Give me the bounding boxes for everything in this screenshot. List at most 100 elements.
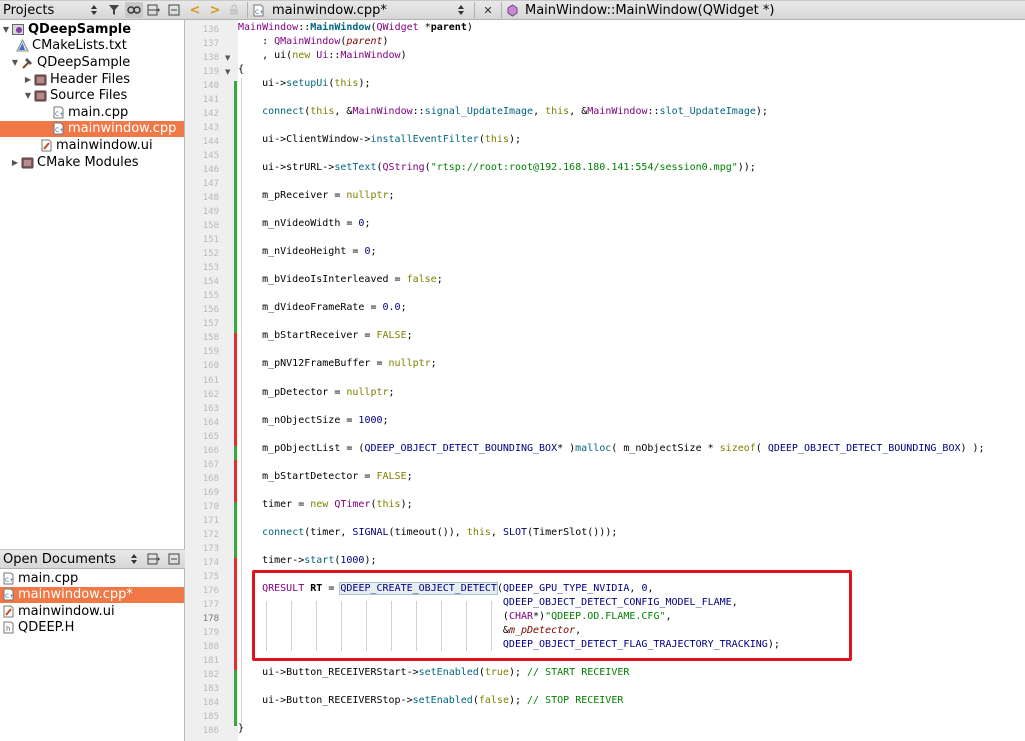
line-number: 173 bbox=[202, 543, 219, 554]
line-number: 181 bbox=[202, 655, 219, 666]
divider bbox=[247, 2, 248, 18]
line-number: 178 bbox=[202, 613, 219, 624]
line-number: 170 bbox=[202, 501, 219, 512]
tree-item-label: CMake Modules bbox=[37, 154, 139, 170]
divider bbox=[501, 2, 502, 18]
svg-text:C+: C+ bbox=[55, 127, 64, 134]
svg-text:h: h bbox=[6, 625, 10, 633]
line-number: 184 bbox=[202, 697, 219, 708]
expand-arrow-icon[interactable]: ▶ bbox=[22, 75, 34, 84]
code-line[interactable]: timer = new QTimer(this); bbox=[238, 499, 413, 511]
open-document-mainwindow-cpp[interactable]: C+ mainwindow.cpp* bbox=[0, 586, 184, 603]
header-file-icon: h bbox=[2, 621, 15, 634]
cpp-file-icon: C+ bbox=[2, 572, 15, 585]
expand-arrow-icon[interactable]: ▶ bbox=[9, 158, 21, 167]
fold-marker-icon[interactable]: ▼ bbox=[225, 54, 230, 62]
code-line[interactable]: : QMainWindow(parent) bbox=[238, 36, 388, 48]
dropdown-arrows-icon[interactable] bbox=[452, 2, 470, 18]
code-line[interactable]: ui->Button_RECEIVERStart->setEnabled(tru… bbox=[238, 667, 629, 679]
tree-item-mainwindow-cpp[interactable]: C+ mainwindow.cpp bbox=[0, 120, 184, 138]
line-number: 162 bbox=[202, 389, 219, 400]
code-line[interactable]: m_pReceiver = nullptr; bbox=[238, 190, 394, 202]
ui-form-file-icon bbox=[40, 139, 53, 152]
line-number: 155 bbox=[202, 291, 219, 302]
code-line[interactable]: m_dVideoFrameRate = 0.0; bbox=[238, 302, 407, 314]
symbol-selector[interactable]: MainWindow::MainWindow(QWidget *) bbox=[525, 3, 774, 18]
line-number: 167 bbox=[202, 459, 219, 470]
line-number: 151 bbox=[202, 235, 219, 246]
code-line[interactable]: MainWindow::MainWindow(QWidget *parent) bbox=[238, 22, 473, 34]
svg-text:C+: C+ bbox=[5, 593, 14, 600]
line-number: 180 bbox=[202, 641, 219, 652]
line-number: 169 bbox=[202, 487, 219, 498]
back-arrow-icon[interactable]: < bbox=[185, 3, 205, 18]
projects-pane-title[interactable]: Projects bbox=[0, 3, 54, 18]
forward-arrow-icon[interactable]: > bbox=[205, 3, 225, 18]
line-number: 165 bbox=[202, 431, 219, 442]
open-document-qdeep-h[interactable]: h QDEEP.H bbox=[0, 620, 184, 637]
split-icon[interactable] bbox=[145, 2, 163, 18]
line-number: 174 bbox=[202, 557, 219, 568]
change-marker bbox=[234, 585, 237, 670]
code-line[interactable]: m_nVideoHeight = 0; bbox=[238, 246, 376, 258]
code-line[interactable]: ui->strURL->setText(QString("rtsp://root… bbox=[238, 162, 756, 174]
split-icon[interactable] bbox=[145, 551, 163, 567]
link-icon[interactable] bbox=[125, 2, 143, 18]
code-line[interactable]: ui->Button_RECEIVERStop->setEnabled(fals… bbox=[238, 695, 623, 707]
collapse-arrow-icon[interactable]: ▼ bbox=[0, 25, 12, 34]
dropdown-arrows-icon[interactable] bbox=[125, 551, 143, 567]
line-number: 139 bbox=[202, 67, 219, 78]
tree-item-source-files[interactable]: ▼ Source Files bbox=[0, 87, 184, 104]
filter-icon[interactable] bbox=[105, 2, 123, 18]
tree-item-header-files[interactable]: ▶ Header Files bbox=[0, 71, 184, 88]
tree-item-label: Source Files bbox=[50, 88, 128, 104]
tree-item-cmake-modules[interactable]: ▶ CMake Modules bbox=[0, 154, 184, 171]
change-marker bbox=[234, 557, 237, 586]
tree-item-main-cpp[interactable]: C+ main.cpp bbox=[0, 104, 184, 121]
line-number: 185 bbox=[202, 711, 219, 722]
dropdown-arrows-icon[interactable] bbox=[85, 2, 103, 18]
code-line[interactable]: connect(timer, SIGNAL(timeout()), this, … bbox=[238, 527, 617, 539]
open-document-main-cpp[interactable]: C+ main.cpp bbox=[0, 570, 184, 587]
close-pane-icon[interactable] bbox=[165, 2, 183, 18]
close-pane-icon[interactable] bbox=[165, 551, 183, 567]
code-line[interactable]: m_nObjectSize = 1000; bbox=[238, 415, 388, 427]
tree-item-project-root[interactable]: ▼ QDeepSample bbox=[0, 21, 184, 38]
open-document-mainwindow-ui[interactable]: mainwindow.ui bbox=[0, 603, 184, 620]
line-number: 148 bbox=[202, 193, 219, 204]
collapse-arrow-icon[interactable]: ▼ bbox=[22, 91, 34, 100]
code-line[interactable]: { bbox=[238, 64, 244, 76]
code-line[interactable]: m_bStartReceiver = FALSE; bbox=[238, 330, 413, 342]
code-line[interactable]: m_pObjectList = (QDEEP_OBJECT_DETECT_BOU… bbox=[238, 443, 985, 455]
line-number: 160 bbox=[202, 361, 219, 372]
code-line[interactable]: } bbox=[238, 723, 244, 735]
line-number: 143 bbox=[202, 123, 219, 134]
function-symbol-icon bbox=[506, 3, 519, 17]
code-line[interactable]: connect(this, &MainWindow::signal_Update… bbox=[238, 106, 768, 118]
open-documents-title[interactable]: Open Documents bbox=[0, 552, 116, 567]
open-document-label: mainwindow.ui bbox=[18, 603, 115, 619]
tree-item-subproject[interactable]: ▼ QDeepSample bbox=[0, 54, 184, 71]
collapse-arrow-icon[interactable]: ▼ bbox=[9, 58, 21, 67]
line-number: 153 bbox=[202, 263, 219, 274]
tree-item-cmakelists[interactable]: CMakeLists.txt bbox=[0, 38, 184, 55]
fold-marker-icon[interactable]: ▼ bbox=[225, 68, 230, 76]
code-line[interactable]: m_pDetector = nullptr; bbox=[238, 387, 394, 399]
line-number: 158 bbox=[202, 333, 219, 344]
code-line[interactable]: , ui(new Ui::MainWindow) bbox=[238, 50, 407, 62]
code-line[interactable]: ui->setupUi(this); bbox=[238, 78, 370, 90]
line-number: 156 bbox=[202, 305, 219, 316]
code-line[interactable]: m_nVideoWidth = 0; bbox=[238, 218, 370, 230]
close-document-button[interactable]: ✕ bbox=[479, 2, 497, 18]
code-line[interactable]: m_bStartDetector = FALSE; bbox=[238, 471, 413, 483]
open-file-selector[interactable]: mainwindow.cpp* bbox=[272, 3, 452, 18]
code-line[interactable]: ui->ClientWindow->installEventFilter(thi… bbox=[238, 134, 521, 146]
code-line[interactable]: m_bVideoIsInterleaved = false; bbox=[238, 274, 443, 286]
line-number: 137 bbox=[202, 39, 219, 50]
tree-item-label: Header Files bbox=[50, 71, 130, 87]
tree-item-mainwindow-ui[interactable]: mainwindow.ui bbox=[0, 137, 184, 154]
code-line[interactable]: timer->start(1000); bbox=[238, 555, 376, 567]
cpp-file-icon: C+ bbox=[52, 122, 65, 135]
hammer-icon bbox=[21, 56, 34, 69]
code-line[interactable]: m_pNV12FrameBuffer = nullptr; bbox=[238, 358, 437, 370]
